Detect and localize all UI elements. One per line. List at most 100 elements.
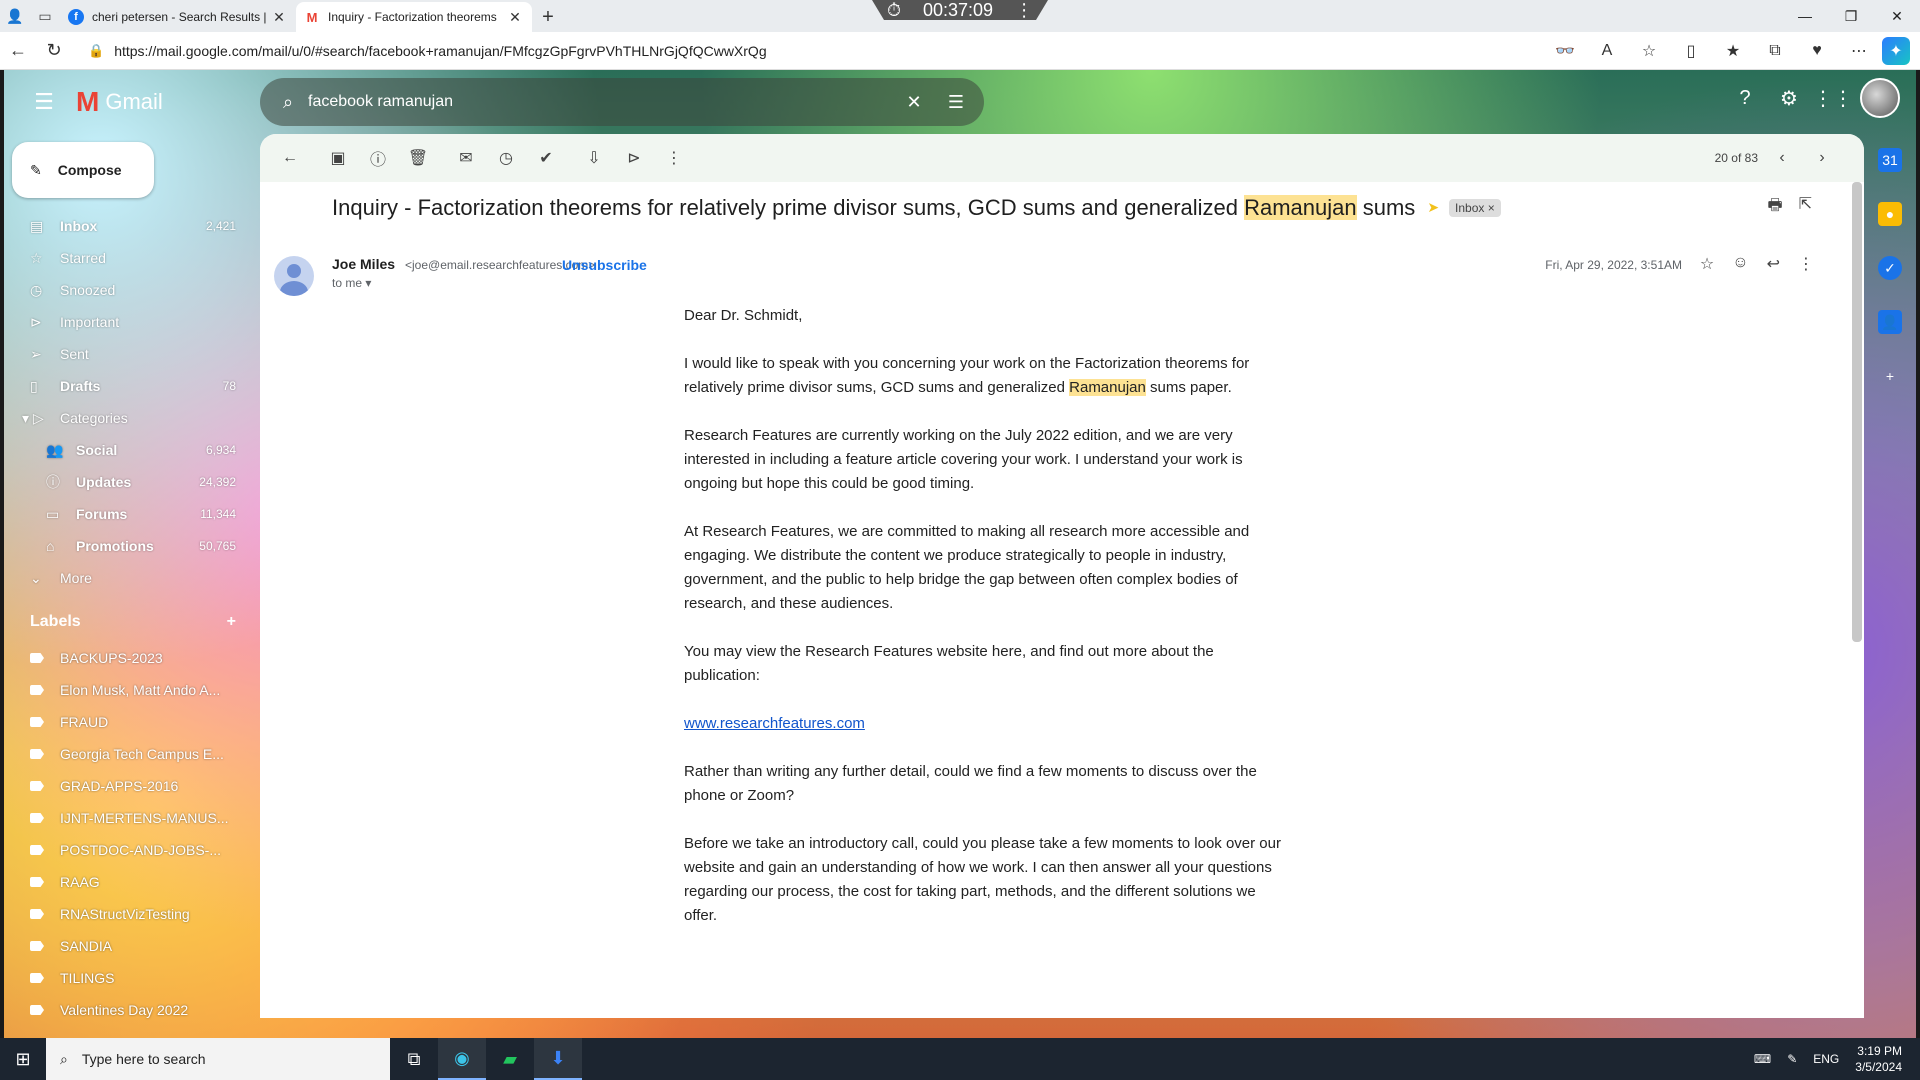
keep-icon[interactable]: ● <box>1878 202 1902 226</box>
sidebar-item-promotions[interactable]: ⌂ Promotions 50,765 <box>4 530 260 562</box>
label-item[interactable]: Elon Musk, Matt Ando A... <box>4 674 260 706</box>
remove-label-icon[interactable]: × <box>1488 201 1495 215</box>
label-item[interactable]: RAAG <box>4 866 260 898</box>
label-item[interactable]: SANDIA <box>4 930 260 962</box>
windows-start-icon[interactable]: ⊞ <box>0 1038 46 1080</box>
older-icon[interactable]: › <box>1806 142 1838 174</box>
sidebar-item-inbox[interactable]: ▤ Inbox 2,421 <box>4 210 260 242</box>
add-task-icon[interactable]: ✔ <box>526 138 566 178</box>
download-icon[interactable]: ⬇ <box>534 1038 582 1080</box>
reply-icon[interactable]: ↩ <box>1767 254 1780 274</box>
search-options-icon[interactable]: ☰ <box>940 92 972 113</box>
reader-icon[interactable]: 👓 <box>1546 36 1584 66</box>
label-item[interactable]: FRAUD <box>4 706 260 738</box>
report-spam-icon[interactable]: ⓘ <box>358 138 398 178</box>
url-field[interactable]: 🔒 https://mail.google.com/mail/u/0/#sear… <box>80 36 1538 66</box>
move-to-icon[interactable]: ⇩ <box>574 138 614 178</box>
label-item[interactable]: BACKUPS-2023 <box>4 642 260 674</box>
archive-icon[interactable]: ▣ <box>318 138 358 178</box>
star-icon[interactable]: ☆ <box>1700 254 1714 274</box>
copilot-icon[interactable]: ✦ <box>1882 36 1910 65</box>
more-icon[interactable]: ⋮ <box>1015 0 1033 20</box>
gmail-logo[interactable]: M Gmail <box>76 86 163 118</box>
delete-icon[interactable]: 🗑 <box>398 138 438 178</box>
calendar-icon[interactable]: 31 <box>1878 148 1902 172</box>
label-item[interactable]: TILINGS <box>4 962 260 994</box>
tasks-icon[interactable]: ✓ <box>1878 256 1902 280</box>
clock[interactable]: 3:19 PM 3/5/2024 <box>1855 1043 1902 1075</box>
search-icon[interactable]: ⌕ <box>272 92 304 113</box>
more-icon[interactable]: ⋯ <box>1840 36 1878 66</box>
compose-button[interactable]: ✎ Compose <box>12 142 154 198</box>
tab-actions-icon[interactable]: ▭ <box>30 0 60 32</box>
task-view-icon[interactable]: ⧉ <box>390 1038 438 1080</box>
sidebar-item-more[interactable]: ⌄ More <box>4 562 260 594</box>
sidebar-item-drafts[interactable]: ▯ Drafts 78 <box>4 370 260 402</box>
label-as-icon[interactable]: ⊳ <box>614 138 654 178</box>
site-info-icon[interactable]: 🔒 <box>88 43 104 59</box>
label-item[interactable]: RNAStructVizTesting <box>4 898 260 930</box>
favorite-star-icon[interactable]: ☆ <box>1630 36 1668 66</box>
taskbar-search[interactable]: ⌕ Type here to search <box>46 1038 390 1080</box>
help-icon[interactable]: ? <box>1728 81 1762 115</box>
collections-icon[interactable]: ⧉ <box>1756 36 1794 66</box>
open-new-window-icon[interactable]: ⇱ <box>1799 194 1812 221</box>
label-item[interactable]: POSTDOC-AND-JOBS-... <box>4 834 260 866</box>
back-arrow-icon[interactable]: ← <box>270 138 310 178</box>
sidebar-item-forums[interactable]: ▭ Forums 11,344 <box>4 498 260 530</box>
clear-search-icon[interactable]: ✕ <box>898 92 930 113</box>
more-options-icon[interactable]: ⋮ <box>654 138 694 178</box>
add-label-icon[interactable]: + <box>227 613 236 631</box>
sidebar-item-categories[interactable]: ▾ ▷ Categories <box>4 402 260 434</box>
profile-icon[interactable]: 👤 <box>0 0 30 32</box>
gear-icon[interactable]: ⚙ <box>1772 81 1806 115</box>
close-window-button[interactable]: ✕ <box>1874 0 1920 32</box>
sidebar-item-snoozed[interactable]: ◷ Snoozed <box>4 274 260 306</box>
apps-grid-icon[interactable]: ⋮⋮ <box>1813 81 1853 115</box>
label-item[interactable]: IJNT-MERTENS-MANUS... <box>4 802 260 834</box>
close-tab-icon[interactable]: ✕ <box>506 9 524 26</box>
add-addon-icon[interactable]: + <box>1878 364 1902 388</box>
browser-tab-gmail[interactable]: M Inquiry - Factorization theorems ✕ <box>296 2 532 32</box>
label-item[interactable]: Valentines Day 2022 <box>4 994 260 1026</box>
app-green-icon[interactable]: ▰ <box>486 1038 534 1080</box>
browser-tab-facebook[interactable]: f cheri petersen - Search Results | ✕ <box>60 2 296 32</box>
new-tab-button[interactable]: + <box>532 2 564 32</box>
print-icon[interactable]: 🖶 <box>1767 194 1782 221</box>
unsubscribe-link[interactable]: Unsubscribe <box>562 257 647 273</box>
main-menu-icon[interactable]: ☰ <box>20 89 68 115</box>
emoji-react-icon[interactable]: ☺ <box>1732 254 1748 274</box>
inbox-chip[interactable]: Inbox × <box>1449 198 1501 217</box>
sidebar-item-social[interactable]: 👥 Social 6,934 <box>4 434 260 466</box>
newer-icon[interactable]: ‹ <box>1766 142 1798 174</box>
keyboard-icon[interactable]: ⌨ <box>1754 1052 1771 1066</box>
favorites-icon[interactable]: ★ <box>1714 36 1752 66</box>
mark-unread-icon[interactable]: ✉ <box>446 138 486 178</box>
sidebar-item-sent[interactable]: ➢ Sent <box>4 338 260 370</box>
edge-browser-icon[interactable]: ◉ <box>438 1038 486 1080</box>
refresh-button[interactable]: ↻ <box>36 33 72 69</box>
website-link[interactable]: www.researchfeatures.com <box>684 715 865 732</box>
sidebar-item-important[interactable]: ⊳ Important <box>4 306 260 338</box>
sidebar-item-updates[interactable]: ⓘ Updates 24,392 <box>4 466 260 498</box>
contacts-icon[interactable]: 👤 <box>1878 310 1902 334</box>
recipient-details[interactable]: to me ▾ <box>332 276 371 290</box>
important-marker-icon[interactable]: ➤ <box>1427 199 1439 216</box>
scrollbar[interactable] <box>1852 182 1862 642</box>
split-screen-icon[interactable]: ▯ <box>1672 36 1710 66</box>
minimize-button[interactable]: — <box>1782 0 1828 32</box>
back-button[interactable]: ← <box>0 33 36 69</box>
read-aloud-icon[interactable]: A <box>1588 36 1626 66</box>
search-input[interactable] <box>304 93 898 111</box>
more-icon[interactable]: ⋮ <box>1798 254 1814 274</box>
language-indicator[interactable]: ENG <box>1813 1052 1839 1066</box>
sender-name[interactable]: Joe Miles <box>332 256 395 272</box>
restore-button[interactable]: ❐ <box>1828 0 1874 32</box>
snooze-icon[interactable]: ◷ <box>486 138 526 178</box>
label-item[interactable]: Georgia Tech Campus E... <box>4 738 260 770</box>
close-tab-icon[interactable]: ✕ <box>270 9 288 26</box>
extensions-icon[interactable]: ♥ <box>1798 36 1836 66</box>
pen-icon[interactable]: ✎ <box>1787 1052 1797 1066</box>
avatar[interactable] <box>1860 78 1900 118</box>
sidebar-item-starred[interactable]: ☆ Starred <box>4 242 260 274</box>
